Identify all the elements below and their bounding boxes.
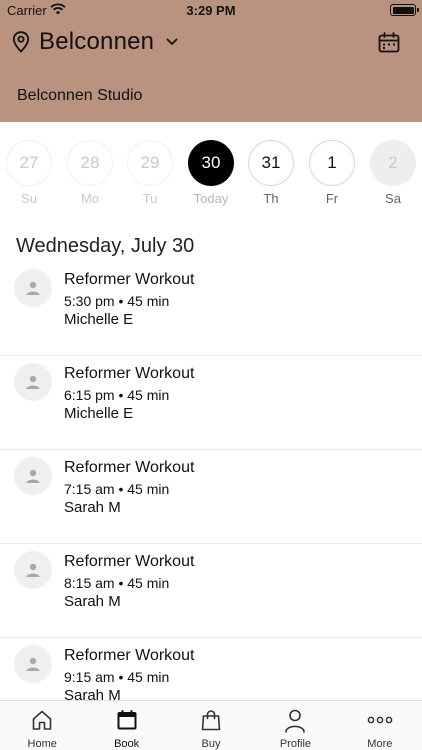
class-title: Reformer Workout bbox=[64, 553, 195, 570]
day-number: 29 bbox=[127, 140, 173, 186]
class-title: Reformer Workout bbox=[64, 271, 195, 288]
tab-home[interactable]: Home bbox=[0, 701, 84, 750]
day-label: Mo bbox=[80, 191, 100, 206]
instructor-avatar bbox=[14, 551, 52, 589]
person-placeholder-icon bbox=[26, 657, 40, 671]
day-monday[interactable]: 28 Mo bbox=[65, 140, 115, 206]
book-calendar-icon bbox=[117, 710, 137, 730]
class-title: Reformer Workout bbox=[64, 459, 195, 476]
person-icon bbox=[285, 709, 306, 733]
day-thursday[interactable]: 31 Th bbox=[246, 140, 296, 206]
class-time: 6:15 pm • 45 min bbox=[64, 387, 170, 403]
instructor-avatar bbox=[14, 645, 52, 683]
tab-buy[interactable]: Buy bbox=[169, 701, 253, 750]
instructor-avatar bbox=[14, 363, 52, 401]
day-label: Today bbox=[193, 191, 229, 206]
class-item[interactable]: Reformer Workout 6:15 pm • 45 min Michel… bbox=[0, 356, 422, 450]
tab-label: Book bbox=[114, 738, 140, 750]
calendar-icon[interactable] bbox=[378, 32, 400, 54]
location-selector[interactable]: Belconnen bbox=[12, 28, 178, 56]
instructor-avatar bbox=[14, 457, 52, 495]
more-dots-icon bbox=[367, 716, 393, 724]
tab-bar: Home Book Buy Profile More bbox=[0, 700, 422, 750]
home-icon bbox=[32, 710, 52, 730]
tab-label: Profile bbox=[279, 738, 312, 750]
status-bar: Carrier 3:29 PM bbox=[0, 0, 422, 20]
header: Carrier 3:29 PM Belconnen Belconnen Stud… bbox=[0, 0, 422, 122]
day-number: 1 bbox=[309, 140, 355, 186]
instructor-avatar bbox=[14, 269, 52, 307]
class-time: 9:15 am • 45 min bbox=[64, 669, 170, 685]
day-number: 27 bbox=[6, 140, 52, 186]
class-instructor: Michelle E bbox=[64, 405, 134, 422]
class-instructor: Sarah M bbox=[64, 499, 121, 516]
class-time: 8:15 am • 45 min bbox=[64, 575, 170, 591]
studio-name: Belconnen Studio bbox=[17, 87, 143, 104]
class-title: Reformer Workout bbox=[64, 365, 195, 382]
battery-icon bbox=[390, 4, 419, 16]
tab-more[interactable]: More bbox=[338, 701, 422, 750]
person-placeholder-icon bbox=[26, 281, 40, 295]
class-time: 7:15 am • 45 min bbox=[64, 481, 170, 497]
class-instructor: Sarah M bbox=[64, 593, 121, 610]
day-number: 28 bbox=[67, 140, 113, 186]
class-list: Reformer Workout 5:30 pm • 45 min Michel… bbox=[0, 262, 422, 732]
tab-label: More bbox=[367, 738, 393, 750]
tab-label: Buy bbox=[201, 738, 221, 750]
person-placeholder-icon bbox=[26, 563, 40, 577]
class-instructor: Michelle E bbox=[64, 311, 134, 328]
map-pin-icon bbox=[12, 31, 30, 53]
tab-label: Home bbox=[27, 738, 57, 750]
tab-profile[interactable]: Profile bbox=[253, 701, 337, 750]
person-placeholder-icon bbox=[26, 375, 40, 389]
day-tuesday[interactable]: 29 Tu bbox=[125, 140, 175, 206]
day-label: Sa bbox=[385, 191, 401, 206]
day-sunday[interactable]: 27 Su bbox=[4, 140, 54, 206]
week-strip: 27 Su 28 Mo 29 Tu 30 Today 31 Th 1 Fr 2 … bbox=[0, 140, 422, 210]
class-item[interactable]: Reformer Workout 8:15 am • 45 min Sarah … bbox=[0, 544, 422, 638]
person-placeholder-icon bbox=[26, 469, 40, 483]
day-today[interactable]: 30 Today bbox=[186, 140, 236, 206]
class-title: Reformer Workout bbox=[64, 647, 195, 664]
day-friday[interactable]: 1 Fr bbox=[307, 140, 357, 206]
status-time: 3:29 PM bbox=[186, 3, 236, 18]
chevron-down-icon bbox=[166, 38, 178, 45]
date-heading: Wednesday, July 30 bbox=[16, 235, 195, 257]
day-number: 31 bbox=[248, 140, 294, 186]
class-item[interactable]: Reformer Workout 5:30 pm • 45 min Michel… bbox=[0, 262, 422, 356]
day-label: Th bbox=[263, 191, 279, 206]
class-item[interactable]: Reformer Workout 7:15 am • 45 min Sarah … bbox=[0, 450, 422, 544]
location-name: Belconnen bbox=[39, 28, 155, 55]
day-number: 2 bbox=[370, 140, 416, 186]
day-number: 30 bbox=[188, 140, 234, 186]
day-label: Tu bbox=[142, 191, 158, 206]
day-saturday[interactable]: 2 Sa bbox=[368, 140, 418, 206]
class-time: 5:30 pm • 45 min bbox=[64, 293, 170, 309]
shopping-bag-icon bbox=[201, 710, 221, 731]
tab-book[interactable]: Book bbox=[84, 701, 168, 750]
day-label: Su bbox=[21, 191, 37, 206]
day-label: Fr bbox=[325, 191, 339, 206]
